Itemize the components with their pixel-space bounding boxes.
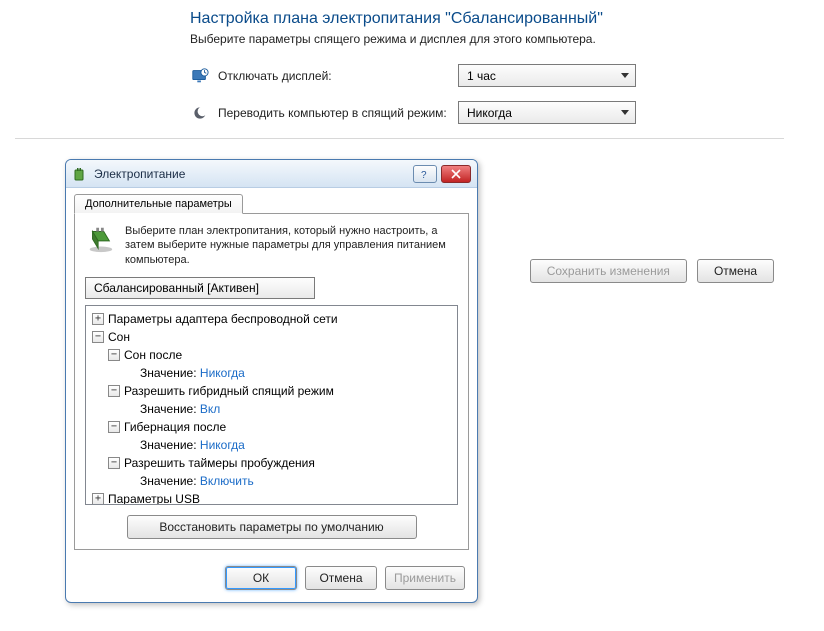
dialog-button-row: ОК Отмена Применить: [66, 558, 477, 602]
sleep-dropdown[interactable]: Никогда: [458, 101, 636, 124]
tree-item-hybrid[interactable]: − Разрешить гибридный спящий режим: [88, 382, 455, 400]
tree-value-hibernate[interactable]: Значение: Никогда: [88, 436, 455, 454]
svg-text:?: ?: [421, 170, 427, 179]
display-off-label: Отключать дисплей:: [218, 69, 458, 83]
tab-advanced[interactable]: Дополнительные параметры: [74, 194, 243, 214]
sleep-value: Никогда: [467, 106, 512, 120]
tree-value-wake-timers[interactable]: Значение: Включить: [88, 472, 455, 490]
cancel-button[interactable]: Отмена: [305, 566, 377, 590]
display-icon: [190, 66, 210, 86]
tree-item-wake-timers[interactable]: − Разрешить таймеры пробуждения: [88, 454, 455, 472]
battery-icon: [85, 224, 115, 254]
chevron-down-icon: [621, 73, 629, 78]
tree-item-wireless[interactable]: + Параметры адаптера беспроводной сети: [88, 310, 455, 328]
sleep-label: Переводить компьютер в спящий режим:: [218, 106, 458, 120]
help-button[interactable]: ?: [413, 165, 437, 183]
tree-value-sleep-after[interactable]: Значение: Никогда: [88, 364, 455, 382]
close-button[interactable]: [441, 165, 471, 183]
tabstrip: Дополнительные параметры: [66, 188, 477, 214]
restore-defaults-button[interactable]: Восстановить параметры по умолчанию: [127, 515, 417, 539]
plan-dropdown-value: Сбалансированный [Активен]: [94, 281, 259, 295]
apply-button: Применить: [385, 566, 465, 590]
collapse-icon[interactable]: −: [108, 385, 120, 397]
collapse-icon[interactable]: −: [108, 421, 120, 433]
collapse-icon[interactable]: −: [108, 349, 120, 361]
display-off-value: 1 час: [467, 69, 496, 83]
dialog-title: Электропитание: [94, 167, 409, 181]
chevron-down-icon: [621, 110, 629, 115]
tree-item-sleep-after[interactable]: − Сон после: [88, 346, 455, 364]
page-subtitle: Выберите параметры спящего режима и дисп…: [0, 32, 824, 46]
power-options-dialog: Электропитание ? Дополнительные параметр…: [65, 159, 478, 603]
display-off-dropdown[interactable]: 1 час: [458, 64, 636, 87]
moon-icon: [190, 103, 210, 123]
tree-value-hybrid[interactable]: Значение: Вкл: [88, 400, 455, 418]
page-title: Настройка плана электропитания "Сбаланси…: [0, 10, 824, 28]
tab-panel: Выберите план электропитания, который ну…: [74, 213, 469, 550]
collapse-icon[interactable]: −: [108, 457, 120, 469]
save-button: Сохранить изменения: [530, 259, 687, 283]
cancel-page-button[interactable]: Отмена: [697, 259, 774, 283]
row-display-off: Отключать дисплей: 1 час: [0, 64, 824, 87]
titlebar[interactable]: Электропитание ?: [66, 160, 477, 188]
row-sleep: Переводить компьютер в спящий режим: Ник…: [0, 101, 824, 124]
plan-dropdown[interactable]: Сбалансированный [Активен]: [85, 277, 315, 299]
expand-icon[interactable]: +: [92, 493, 104, 505]
collapse-icon[interactable]: −: [92, 331, 104, 343]
tree-item-usb[interactable]: + Параметры USB: [88, 490, 455, 505]
expand-icon[interactable]: +: [92, 313, 104, 325]
ok-button[interactable]: ОК: [225, 566, 297, 590]
dialog-description: Выберите план электропитания, который ну…: [125, 224, 458, 267]
tree-item-hibernate[interactable]: − Гибернация после: [88, 418, 455, 436]
settings-tree[interactable]: + Параметры адаптера беспроводной сети −…: [85, 305, 458, 505]
tree-item-sleep[interactable]: − Сон: [88, 328, 455, 346]
power-icon: [72, 166, 88, 182]
divider: [15, 138, 784, 139]
